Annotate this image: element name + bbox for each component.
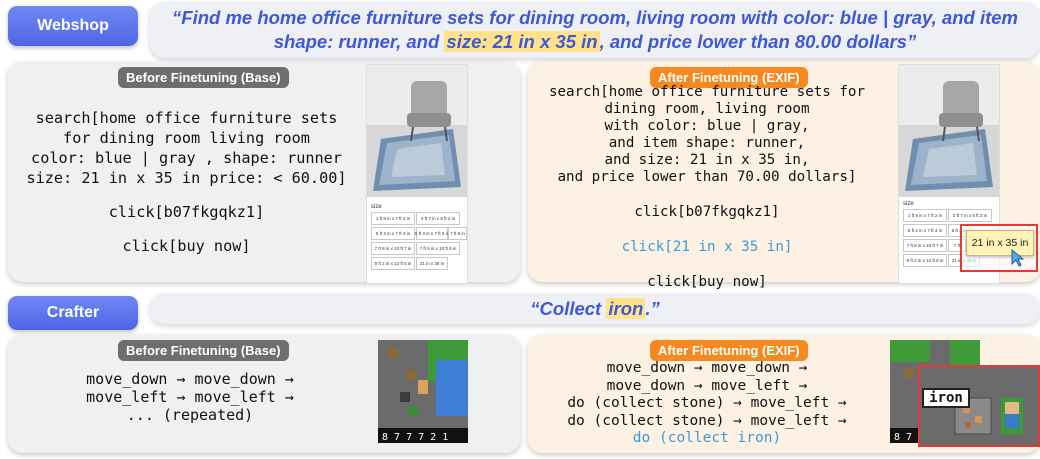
webshop-base-product: size 1 ft 9 in x 7 ft 2 in 3 ft 7 in x 5… bbox=[366, 64, 468, 284]
action-line: click[b07fkgqkz1] bbox=[634, 204, 780, 220]
cursor-icon bbox=[1011, 249, 1025, 267]
crafter-task-highlight: iron bbox=[606, 298, 646, 319]
size-label: size bbox=[903, 201, 914, 207]
action-line: and size: 21 in x 35 in, bbox=[604, 152, 810, 168]
action-line: with color: blue | gray, bbox=[604, 118, 810, 134]
size-option[interactable]: 1 ft 9 in x 7 ft 2 in bbox=[903, 209, 947, 222]
size-option[interactable]: 9 ft 2 in x 12 ft 5 in bbox=[371, 257, 415, 270]
action-line-highlight: click[21 in x 35 in] bbox=[621, 239, 793, 255]
action-line-highlight: do (collect iron) bbox=[632, 430, 782, 446]
rug-chair-image bbox=[899, 65, 999, 197]
action-line: size: 21 in x 35 in price: < 60.00] bbox=[26, 169, 347, 187]
webshop-base-pill: Before Finetuning (Base) bbox=[118, 67, 289, 88]
size-option[interactable]: 5 ft 2 in x 7 ft 4 in bbox=[371, 227, 415, 240]
webshop-tag: Webshop bbox=[8, 6, 138, 46]
crafter-ft-actions: move_down → move_down → move_down → move… bbox=[532, 360, 882, 448]
size-option[interactable]: 21 in x 35 in bbox=[416, 257, 448, 270]
crafter-tag-label: Crafter bbox=[46, 304, 100, 321]
action-line: and price lower than 70.00 dollars] bbox=[557, 169, 857, 185]
crafter-zoom-label: iron bbox=[929, 390, 963, 406]
size-option[interactable]: 3 ft 7 in x 5 ft 2 in bbox=[948, 209, 992, 222]
action-line: move_down → move_down → bbox=[86, 370, 294, 388]
crafter-task-text: “Collect iron.” bbox=[160, 297, 1030, 321]
webshop-task-line-2-post: , and price lower than 80.00 dollars” bbox=[599, 31, 917, 52]
action-line: ... (repeated) bbox=[126, 406, 254, 424]
crafter-base-pill: Before Finetuning (Base) bbox=[118, 340, 289, 361]
webshop-ft-actions: search[home office furniture sets for di… bbox=[532, 84, 882, 291]
size-label: size bbox=[371, 204, 382, 210]
crafter-tag: Crafter bbox=[8, 296, 138, 330]
webshop-task-text: “Find me home office furniture sets for … bbox=[160, 6, 1030, 54]
webshop-tag-label: Webshop bbox=[37, 17, 109, 34]
action-line: dining room, living room bbox=[604, 101, 810, 117]
action-line: color: blue | gray , shape: runner bbox=[31, 149, 342, 167]
action-line: move_left → move_left → bbox=[86, 388, 294, 406]
size-option[interactable]: 9 ft 2 in x 12 ft 5 in bbox=[903, 254, 947, 267]
size-option[interactable]: 5 ft 3 in x 7 ft 5 in bbox=[415, 227, 449, 240]
size-option[interactable]: 5 ft 2 in x 7 ft 4 in bbox=[903, 224, 947, 237]
crafter-base-actions: move_down → move_down → move_left → move… bbox=[50, 370, 330, 424]
action-line: for dining room living room bbox=[63, 129, 310, 147]
size-option[interactable]: 1 ft 9 in x 7 ft 2 in bbox=[371, 212, 415, 225]
action-line: click[buy now] bbox=[647, 274, 767, 290]
webshop-base-actions: search[home office furniture sets for di… bbox=[14, 108, 359, 256]
size-option[interactable]: 7 ft 9 in bbox=[448, 227, 467, 240]
action-line: move_down → move_left → bbox=[606, 377, 808, 394]
crafter-ft-pill: After Finetuning (EXIF) bbox=[650, 340, 808, 361]
crafter-zoom-label-box: iron bbox=[922, 388, 970, 408]
crafter-base-game-frame: 8 7 7 7 2 1 bbox=[378, 340, 468, 443]
action-line: click[b07fkgqkz1] bbox=[108, 203, 265, 221]
webshop-task-line-1: “Find me home office furniture sets for … bbox=[172, 7, 1018, 28]
size-option[interactable]: 3 ft 7 in x 5 ft 2 in bbox=[416, 212, 460, 225]
webshop-task-line-2: shape: runner, and size: 21 in x 35 in, … bbox=[160, 30, 1030, 54]
rug-chair-image bbox=[367, 65, 467, 197]
webshop-task-line-2-pre: shape: runner, and bbox=[273, 31, 445, 52]
action-line: search[home office furniture sets for bbox=[548, 84, 866, 100]
size-option[interactable]: 7 ft 8 in x 10 ft 7 in bbox=[903, 239, 947, 252]
crafter-task-pre: “Collect bbox=[530, 298, 607, 319]
size-option[interactable]: 7 ft 8 in x 10 ft 7 in bbox=[371, 242, 415, 255]
action-line: do (collect stone) → move_left → bbox=[567, 412, 847, 429]
hud-text: 8 7 7 7 2 1 bbox=[382, 432, 448, 443]
action-line: click[buy now] bbox=[122, 237, 251, 255]
action-line: and item shape: runner, bbox=[608, 135, 806, 151]
webshop-zoom-label: 21 in x 35 in bbox=[971, 237, 1029, 249]
crafter-task-post: .” bbox=[645, 298, 660, 319]
action-line: search[home office furniture sets bbox=[35, 109, 338, 127]
action-line: do (collect stone) → move_left → bbox=[567, 395, 847, 411]
webshop-task-highlight: size: 21 in x 35 in bbox=[444, 31, 600, 52]
action-line: move_down → move_down → bbox=[606, 360, 808, 376]
size-option[interactable]: 7 ft 9 in x 10 ft 8 in bbox=[416, 242, 460, 255]
